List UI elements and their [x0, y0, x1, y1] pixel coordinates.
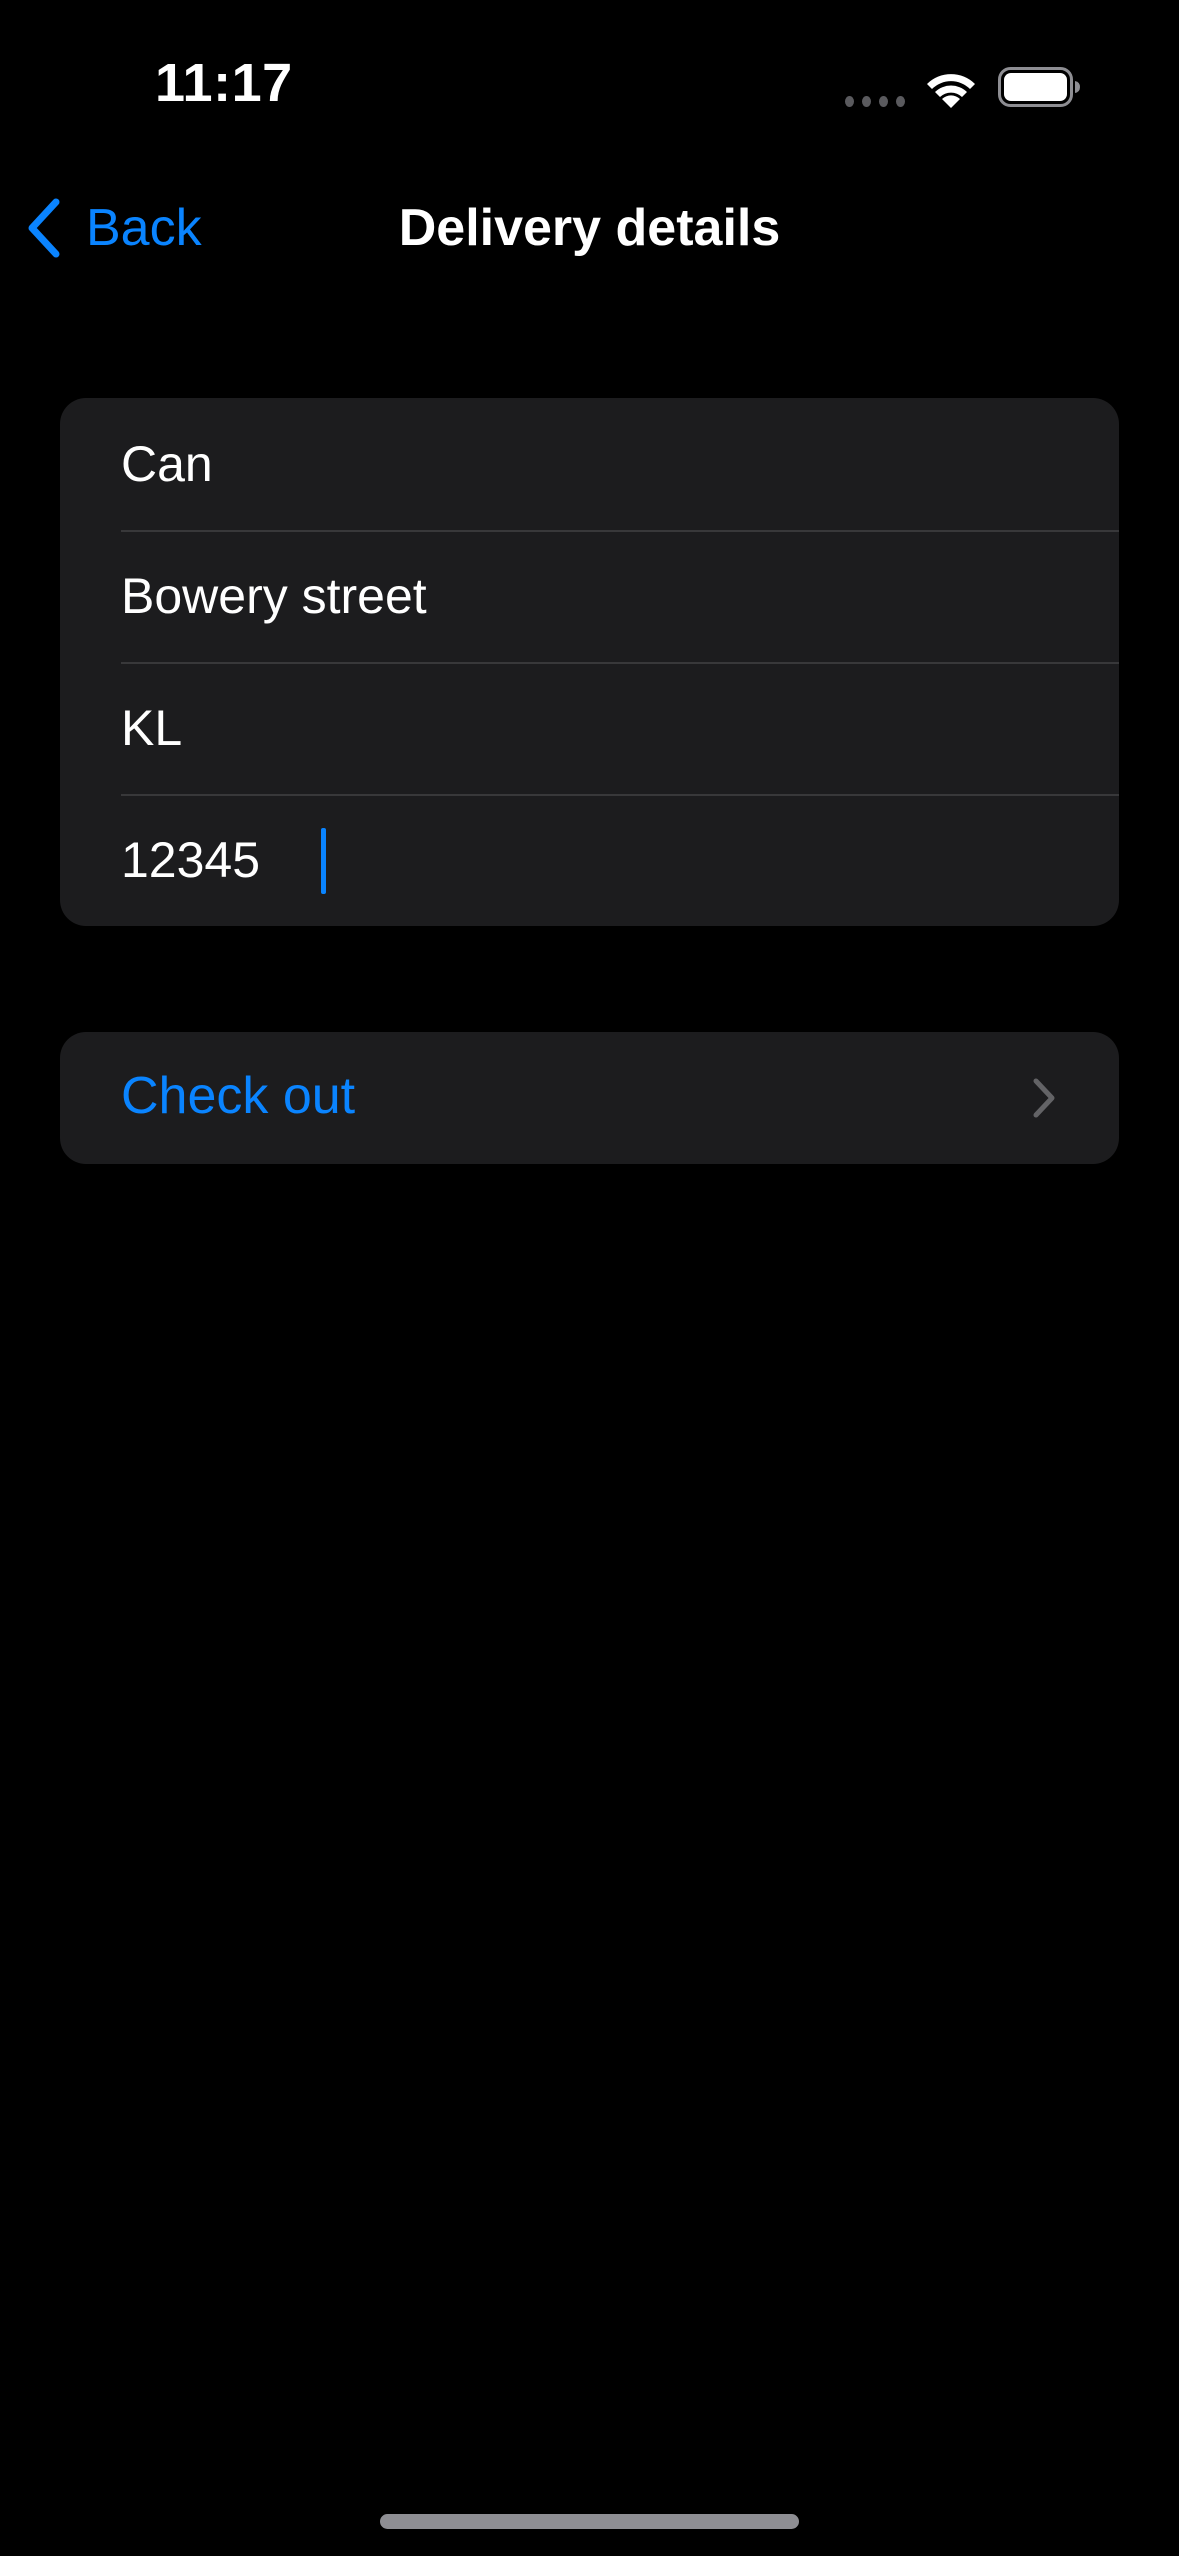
chevron-right-icon: [1033, 1078, 1055, 1118]
back-button[interactable]: Back: [24, 196, 202, 260]
form-row-name: [60, 398, 1119, 530]
wifi-icon: [927, 74, 975, 108]
street-field[interactable]: [121, 530, 1081, 662]
chevron-left-icon: [28, 198, 60, 258]
battery-icon: [998, 67, 1080, 107]
back-button-label: Back: [86, 199, 202, 257]
form-row-city: [60, 662, 1119, 794]
name-field[interactable]: [121, 398, 1081, 530]
postal-code-field[interactable]: [121, 794, 1081, 926]
city-field[interactable]: [121, 662, 1081, 794]
checkout-label: Check out: [121, 1067, 356, 1125]
status-bar: 11:17: [0, 0, 1179, 150]
status-time: 11:17: [155, 53, 293, 113]
delivery-form: [60, 398, 1119, 926]
checkout-button[interactable]: Check out: [60, 1032, 1119, 1164]
navigation-bar: Delivery details Back: [0, 170, 1179, 285]
home-indicator[interactable]: [380, 2514, 799, 2529]
text-cursor: [321, 828, 326, 894]
form-row-postal-code: [60, 794, 1119, 926]
form-row-street: [60, 530, 1119, 662]
signal-dots-icon: [845, 96, 905, 108]
